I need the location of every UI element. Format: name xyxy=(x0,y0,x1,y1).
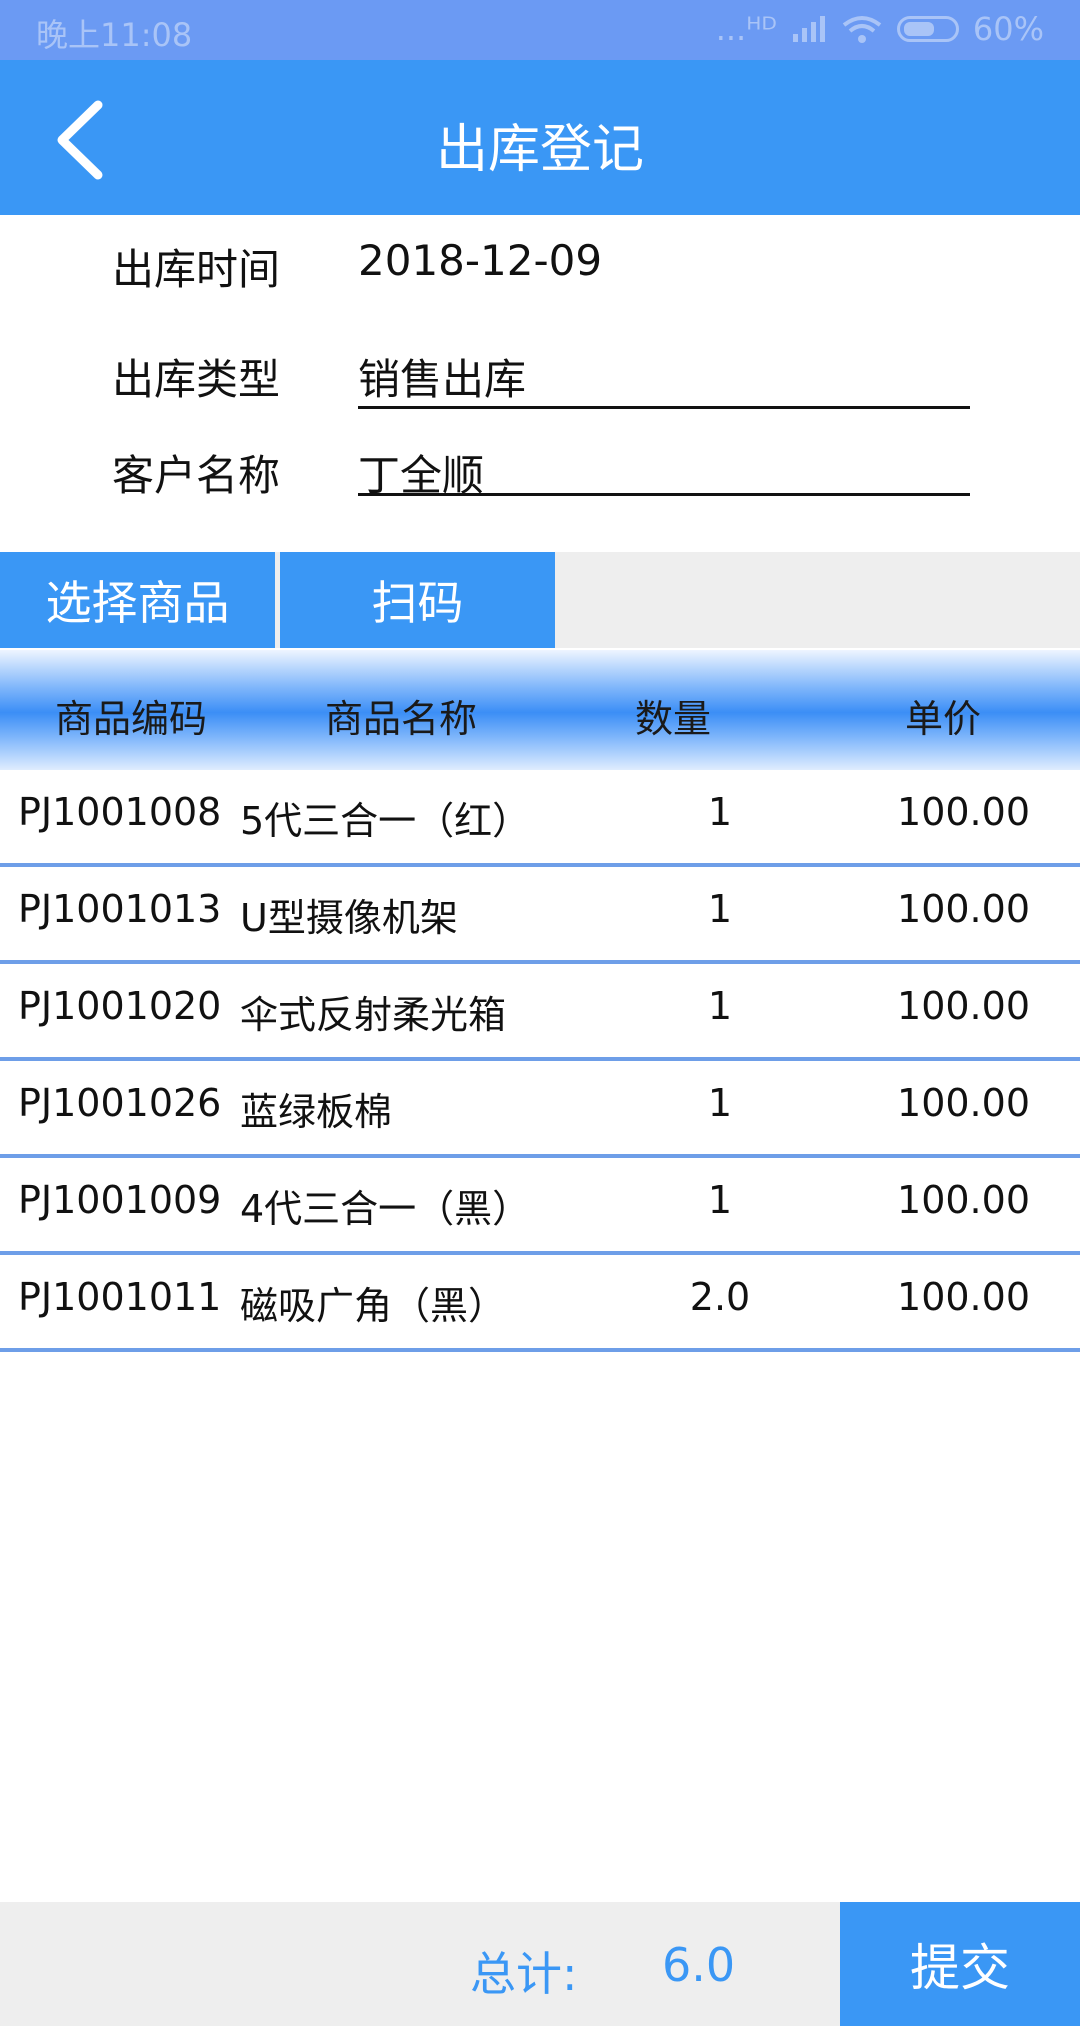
table-row[interactable]: PJ1001008 5代三合一（红） 1 100.00 xyxy=(0,770,1080,867)
type-field[interactable]: 销售出库 xyxy=(358,346,526,407)
status-bar: 晚上11:08 ...ᴴᴰ 60% xyxy=(0,0,1080,60)
battery-percent: 60% xyxy=(972,10,1044,48)
type-field-underline xyxy=(358,406,970,409)
cell-qty: 1 xyxy=(707,790,733,834)
cell-qty: 1 xyxy=(707,1178,733,1222)
type-label: 出库类型 xyxy=(112,355,281,404)
action-bar: 选择商品 扫码 xyxy=(0,552,1080,648)
total-label: 总计: xyxy=(470,1947,578,2001)
table-row[interactable]: PJ1001020 伞式反射柔光箱 1 100.00 xyxy=(0,964,1080,1061)
total-value: 6.0 xyxy=(662,1938,736,1992)
cell-name: 磁吸广角（黑） xyxy=(240,1284,507,1328)
customer-field-underline xyxy=(358,493,970,496)
cell-price: 100.00 xyxy=(897,1081,1030,1125)
cell-qty: 2.0 xyxy=(689,1275,751,1319)
cell-signal-icon xyxy=(792,16,825,42)
cell-code: PJ1001013 xyxy=(18,887,222,931)
date-label: 出库时间 xyxy=(112,245,281,294)
signal-icon: ...ᴴᴰ xyxy=(715,10,777,48)
cell-price: 100.00 xyxy=(897,1178,1030,1222)
column-header-price: 单价 xyxy=(905,697,982,741)
select-goods-button[interactable]: 选择商品 xyxy=(0,552,275,648)
cell-qty: 1 xyxy=(707,1081,733,1125)
cell-name: 蓝绿板棉 xyxy=(240,1090,393,1134)
column-header-name: 商品名称 xyxy=(325,697,478,741)
table-row[interactable]: PJ1001009 4代三合一（黑） 1 100.00 xyxy=(0,1158,1080,1255)
footer-bar: 总计: 6.0 提交 xyxy=(0,1902,1080,2026)
cell-name: 伞式反射柔光箱 xyxy=(240,993,507,1037)
status-time: 晚上11:08 xyxy=(36,16,193,54)
cell-name: 4代三合一（黑） xyxy=(240,1187,531,1231)
scan-button[interactable]: 扫码 xyxy=(280,552,555,648)
submit-button[interactable]: 提交 xyxy=(840,1902,1080,2026)
form-row-type: 出库类型 销售出库 xyxy=(0,332,1080,412)
cell-price: 100.00 xyxy=(897,790,1030,834)
cell-name: U型摄像机架 xyxy=(240,896,458,940)
cell-price: 100.00 xyxy=(897,1275,1030,1319)
cell-price: 100.00 xyxy=(897,887,1030,931)
cell-code: PJ1001011 xyxy=(18,1275,222,1319)
cell-code: PJ1001009 xyxy=(18,1178,222,1222)
cell-price: 100.00 xyxy=(897,984,1030,1028)
cell-qty: 1 xyxy=(707,887,733,931)
customer-label: 客户名称 xyxy=(112,451,281,500)
column-header-code: 商品编码 xyxy=(55,697,208,741)
table-row[interactable]: PJ1001026 蓝绿板棉 1 100.00 xyxy=(0,1061,1080,1158)
wifi-icon xyxy=(842,16,882,43)
table-header: 商品编码 商品名称 数量 单价 xyxy=(0,650,1080,775)
form-row-customer: 客户名称 丁全顺 xyxy=(0,428,1080,508)
status-icons: ...ᴴᴰ 60% xyxy=(716,10,1044,48)
app-bar: 出库登记 xyxy=(0,60,1080,215)
table-row[interactable]: PJ1001011 磁吸广角（黑） 2.0 100.00 xyxy=(0,1255,1080,1352)
column-header-qty: 数量 xyxy=(635,697,712,741)
form-row-date: 出库时间 2018-12-09 xyxy=(0,222,1080,302)
battery-icon xyxy=(896,16,959,42)
cell-code: PJ1001008 xyxy=(18,790,222,834)
cell-code: PJ1001026 xyxy=(18,1081,222,1125)
cell-qty: 1 xyxy=(707,984,733,1028)
page-title: 出库登记 xyxy=(435,120,644,180)
table-row[interactable]: PJ1001013 U型摄像机架 1 100.00 xyxy=(0,867,1080,964)
cell-code: PJ1001020 xyxy=(18,984,222,1028)
cell-name: 5代三合一（红） xyxy=(240,799,531,843)
date-field[interactable]: 2018-12-09 xyxy=(358,236,602,285)
